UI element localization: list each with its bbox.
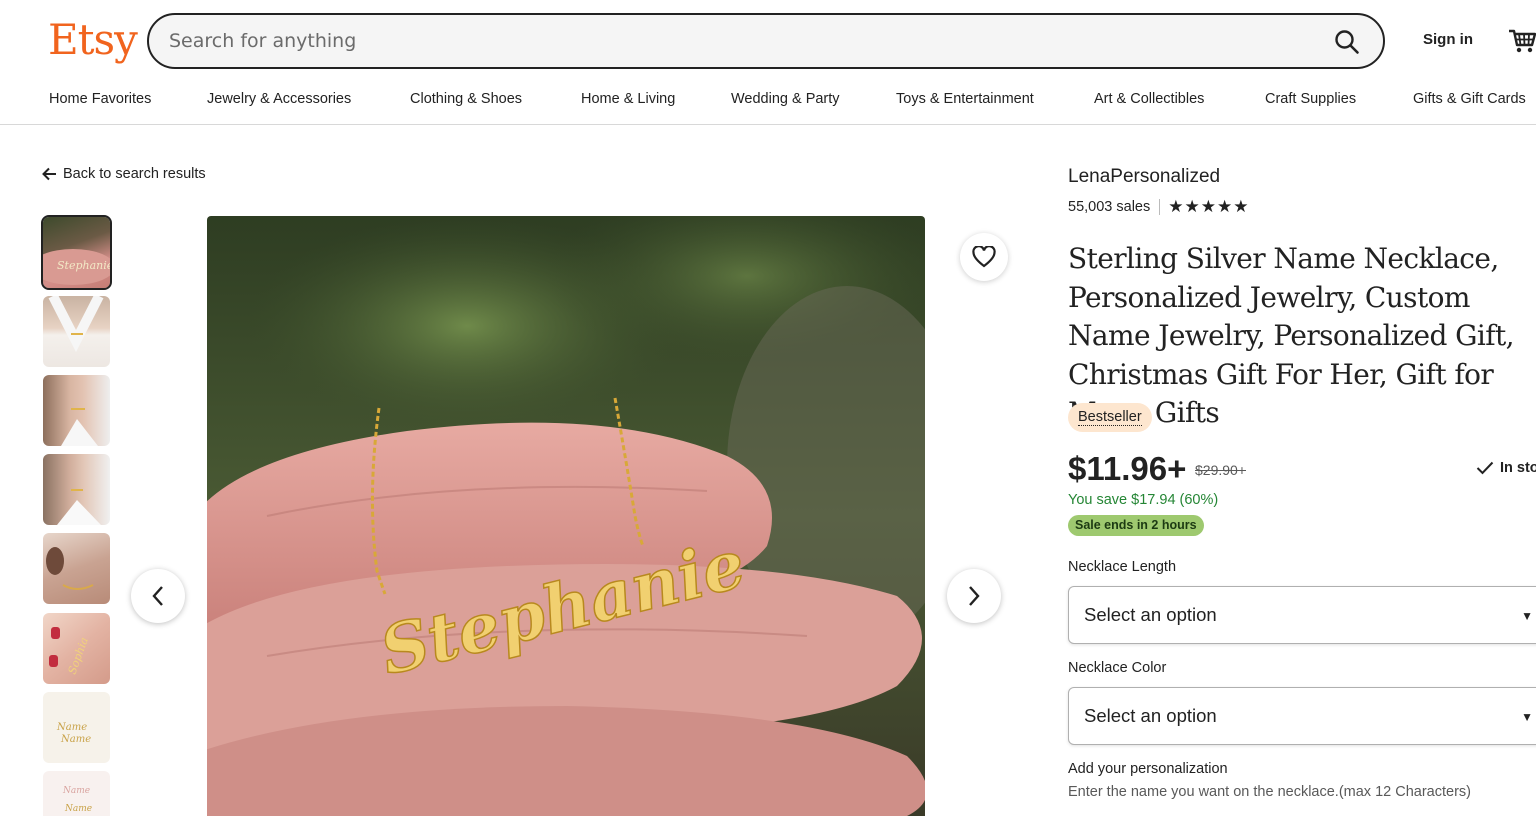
arrow-left-icon (42, 167, 56, 181)
shop-stats: 55,003 sales ★★★★★ (1068, 197, 1249, 217)
thumbnail-6[interactable]: Sophia (43, 613, 110, 684)
thumbnail-5[interactable] (43, 533, 110, 604)
svg-text:Name: Name (62, 786, 90, 796)
heart-icon (972, 246, 996, 268)
personalization-label: Add your personalization (1068, 761, 1228, 777)
search-icon[interactable] (1333, 28, 1361, 56)
svg-text:Name: Name (56, 722, 87, 733)
etsy-logo[interactable]: Etsy (48, 12, 138, 68)
thumbnail-2[interactable] (43, 296, 110, 367)
caret-down-icon: ▼ (1521, 710, 1533, 724)
original-price: $29.90+ (1195, 462, 1246, 478)
select-value: Select an option (1084, 604, 1217, 625)
necklace-color-select[interactable]: Select an option ▼ (1068, 687, 1536, 745)
price: $11.96+ (1068, 450, 1187, 487)
search-bar (147, 13, 1385, 69)
nav-toys-entertainment[interactable]: Toys & Entertainment (896, 91, 1034, 107)
back-to-search-link[interactable]: Back to search results (42, 166, 206, 182)
thumbnail-8[interactable]: Name Name (43, 771, 110, 816)
previous-image-button[interactable] (131, 569, 185, 623)
thumbnail-image (46, 547, 94, 590)
cart-icon[interactable] (1506, 24, 1536, 56)
checkmark-icon (1476, 461, 1494, 475)
necklace-length-select[interactable]: Select an option ▼ (1068, 586, 1536, 644)
category-nav: Home Favorites Jewelry & Accessories Clo… (0, 82, 1536, 125)
thumbnail-7[interactable]: Name Name (43, 692, 110, 763)
nav-home-living[interactable]: Home & Living (581, 91, 675, 107)
nav-jewelry-accessories[interactable]: Jewelry & Accessories (207, 91, 351, 107)
svg-text:Name: Name (60, 734, 91, 745)
back-label: Back to search results (63, 166, 206, 182)
thumbnail-image: Stephanie (43, 249, 110, 285)
svg-text:Stephanie: Stephanie (57, 259, 110, 272)
necklace-color-label: Necklace Color (1068, 660, 1167, 676)
caret-down-icon: ▼ (1521, 609, 1533, 623)
thumbnail-image (57, 489, 101, 525)
thumbnail-image (48, 296, 104, 352)
savings-text: You save $17.94 (60%) (1068, 492, 1219, 508)
svg-text:Name: Name (64, 804, 92, 814)
nav-art-collectibles[interactable]: Art & Collectibles (1094, 91, 1204, 107)
bestseller-label: Bestseller (1078, 409, 1142, 426)
sale-ends-badge: Sale ends in 2 hours (1068, 515, 1204, 536)
chevron-right-icon (969, 586, 980, 606)
shop-name-link[interactable]: LenaPersonalized (1068, 166, 1220, 188)
next-image-button[interactable] (947, 569, 1001, 623)
thumbnail-4[interactable] (43, 454, 110, 525)
personalization-help-text: Enter the name you want on the necklace.… (1068, 784, 1471, 800)
sales-count: 55,003 sales (1068, 199, 1151, 215)
necklace-photo: Stephanie (207, 216, 925, 816)
stock-label: In sto (1500, 460, 1536, 476)
thumbnail-1[interactable]: Stephanie (41, 215, 112, 290)
thumbnail-image: Name Name (56, 722, 91, 745)
site-header: Etsy Sign in (0, 0, 1536, 82)
main-product-image[interactable]: Stephanie (207, 216, 925, 816)
sign-in-link[interactable]: Sign in (1423, 31, 1473, 48)
necklace-length-label: Necklace Length (1068, 559, 1177, 575)
nav-gifts-gift-cards[interactable]: Gifts & Gift Cards (1413, 91, 1526, 107)
favorite-button[interactable] (960, 233, 1008, 281)
thumbnail-image: Name Name (62, 786, 92, 814)
stock-status: In sto (1476, 460, 1536, 476)
nav-wedding-party[interactable]: Wedding & Party (731, 91, 840, 107)
thumbnail-3[interactable] (43, 375, 110, 446)
thumbnail-image (61, 408, 98, 446)
nav-home-favorites[interactable]: Home Favorites (49, 91, 151, 107)
select-value: Select an option (1084, 705, 1217, 726)
divider (1159, 199, 1161, 215)
search-input[interactable] (169, 15, 1309, 67)
bestseller-badge[interactable]: Bestseller (1068, 403, 1152, 432)
nav-clothing-shoes[interactable]: Clothing & Shoes (410, 91, 522, 107)
nav-craft-supplies[interactable]: Craft Supplies (1265, 91, 1356, 107)
star-rating[interactable]: ★★★★★ (1168, 197, 1249, 217)
thumbnail-image: Sophia (49, 627, 91, 677)
chevron-left-icon (152, 586, 163, 606)
svg-text:Sophia: Sophia (66, 636, 91, 677)
